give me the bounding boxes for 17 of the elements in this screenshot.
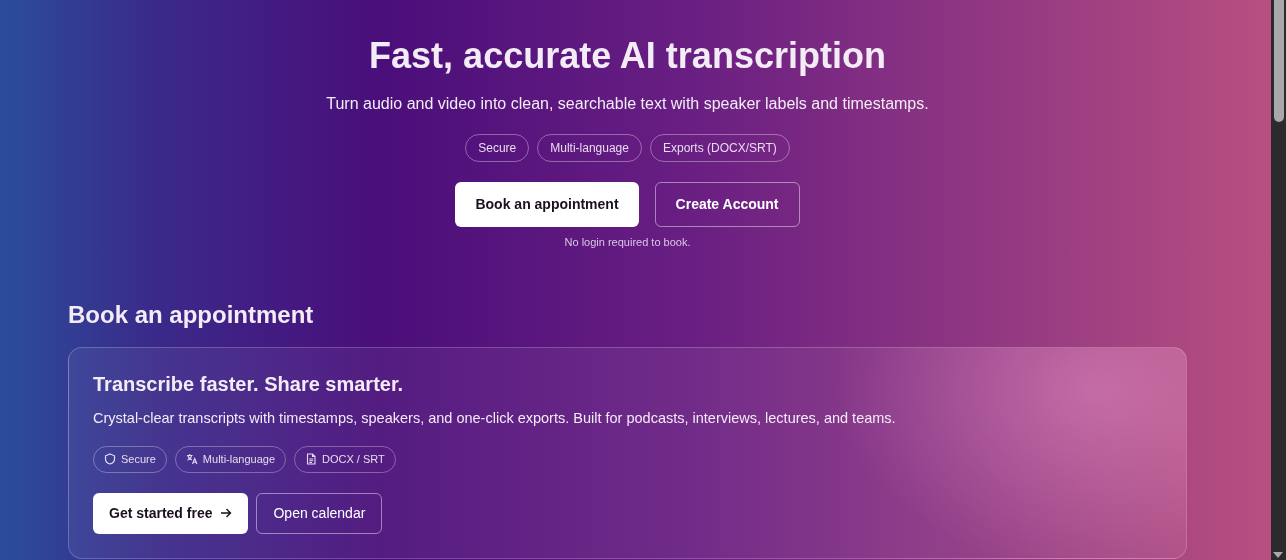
action-button[interactable]: Open calendar — [256, 492, 383, 534]
scrollbar-thumb[interactable] — [1274, 0, 1284, 122]
scrollbar[interactable] — [1271, 0, 1286, 560]
action-button[interactable]: Create Account — [654, 182, 800, 227]
note-text: No login required to book. — [563, 235, 692, 250]
section-heading: Book an appointment — [68, 300, 315, 330]
arrow-icon — [220, 507, 233, 520]
action-button[interactable]: Get started free — [93, 492, 249, 534]
scroll-down-icon[interactable] — [1273, 552, 1283, 558]
shield-icon — [104, 453, 116, 466]
document-icon — [305, 453, 317, 466]
card-title: Transcribe faster. Share smarter. — [93, 372, 405, 397]
card-description: Crystal-clear transcripts with timestamps, speakers, and one-click exports. Built for podcasts, interviews, lectures, and teams. — [93, 409, 897, 429]
hero-title: Fast, accurate AI transcription — [368, 35, 887, 77]
hero-subtitle: Turn audio and video into clean, searchable text with speaker labels and timestamps. — [325, 94, 930, 114]
action-button[interactable]: Book an appointment — [455, 182, 639, 227]
translate-icon — [185, 453, 198, 466]
